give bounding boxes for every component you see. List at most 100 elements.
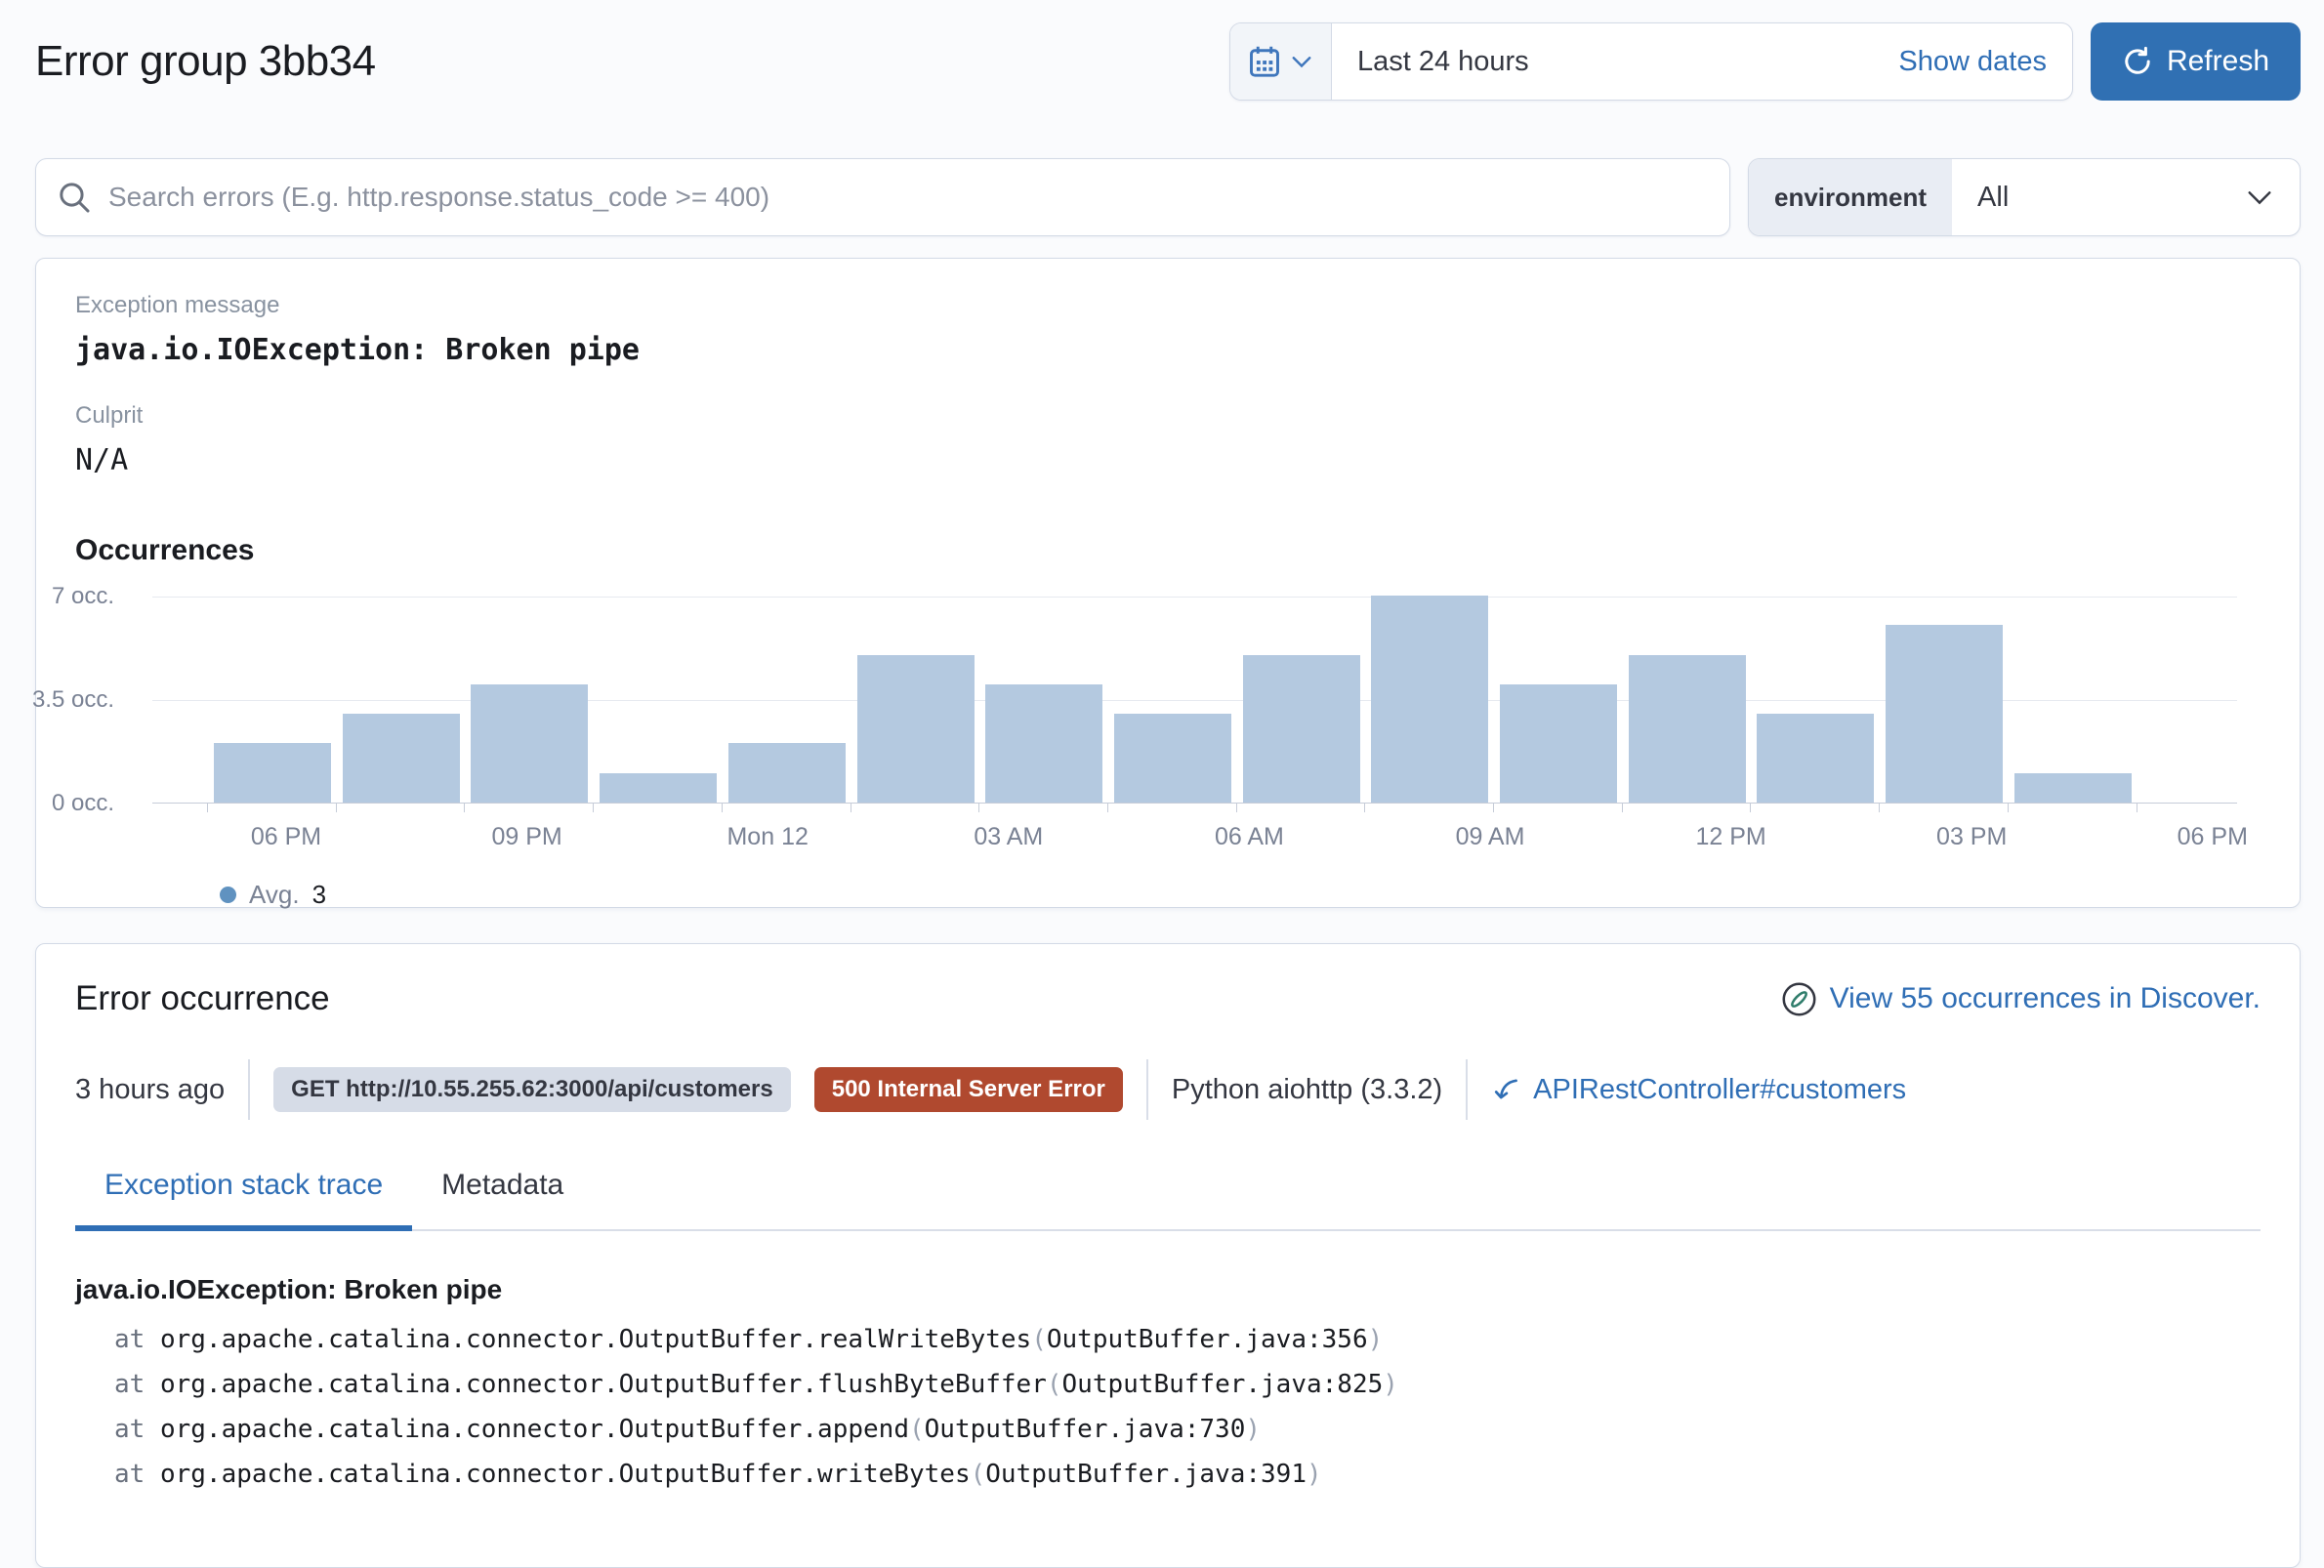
paren: ( xyxy=(1047,1370,1062,1399)
tab-exception-stack-trace[interactable]: Exception stack trace xyxy=(75,1169,412,1231)
status-code-badge: 500 Internal Server Error xyxy=(814,1067,1123,1112)
chart-bar xyxy=(1757,714,1874,803)
chart-bar xyxy=(600,773,717,803)
stack-frame-function: org.apache.catalina.connector.OutputBuff… xyxy=(160,1460,971,1489)
occurrence-tabs: Exception stack trace Metadata xyxy=(75,1169,2261,1231)
search-input[interactable] xyxy=(108,182,1708,213)
stack-frame-location: OutputBuffer.java:825 xyxy=(1062,1370,1384,1399)
paren: ) xyxy=(1307,1460,1322,1489)
exception-message-label: Exception message xyxy=(75,292,2261,319)
refresh-icon xyxy=(2122,46,2153,77)
chart-bar xyxy=(1500,684,1617,803)
chevron-down-icon xyxy=(2245,183,2274,212)
gridline xyxy=(152,597,2237,598)
legend-value: 3 xyxy=(312,880,326,910)
chevron-down-icon xyxy=(1290,50,1313,73)
date-range-value: Last 24 hours xyxy=(1357,46,1529,78)
stack-frame-location: OutputBuffer.java:730 xyxy=(925,1415,1246,1444)
search-icon xyxy=(58,181,91,214)
divider xyxy=(248,1059,250,1120)
environment-select[interactable]: All xyxy=(1952,159,2300,235)
y-axis-tick-label: 0 occ. xyxy=(0,790,114,817)
chart-bar xyxy=(1629,655,1746,803)
stack-trace-exception-title: java.io.IOException: Broken pipe xyxy=(75,1274,2261,1305)
stack-frame-at: at xyxy=(114,1370,160,1399)
axis-tick xyxy=(722,804,723,812)
occurrences-chart-title: Occurrences xyxy=(75,534,2261,567)
transaction-link-label: APIRestController#customers xyxy=(1533,1074,1906,1106)
error-occurrence-panel: Error occurrence View 55 occurrences in … xyxy=(35,943,2301,1568)
page-header: Error group 3bb34 Last 24 hours xyxy=(35,21,2301,102)
paren: ) xyxy=(1245,1415,1261,1444)
chart-bar xyxy=(2014,773,2132,803)
refresh-button[interactable]: Refresh xyxy=(2091,22,2301,101)
date-quick-select-button[interactable] xyxy=(1230,23,1332,100)
exception-message-value: java.io.IOException: Broken pipe xyxy=(75,333,2261,367)
x-axis-tick-label: 03 AM xyxy=(931,823,1087,851)
axis-tick xyxy=(207,804,208,812)
date-picker: Last 24 hours Show dates xyxy=(1229,22,2073,101)
chart-bar xyxy=(728,743,846,803)
chart-bar xyxy=(1371,596,1488,803)
divider xyxy=(1466,1059,1468,1120)
x-axis-tick-label: 09 PM xyxy=(449,823,605,851)
chart-bar xyxy=(857,655,975,803)
stack-frame-line: at org.apache.catalina.connector.OutputB… xyxy=(75,1415,2261,1444)
divider xyxy=(1146,1059,1148,1120)
chart-bar xyxy=(471,684,588,803)
transaction-icon xyxy=(1491,1075,1521,1105)
axis-tick xyxy=(978,804,979,812)
paren: ( xyxy=(909,1415,925,1444)
chart-bar xyxy=(1886,625,2003,803)
axis-tick xyxy=(336,804,337,812)
refresh-label: Refresh xyxy=(2167,45,2269,78)
x-axis-tick-label: 06 PM xyxy=(208,823,364,851)
stack-frame-line: at org.apache.catalina.connector.OutputB… xyxy=(75,1460,2261,1489)
environment-filter: environment All xyxy=(1748,158,2301,236)
view-occurrences-link-label: View 55 occurrences in Discover. xyxy=(1830,982,2261,1015)
paren: ( xyxy=(971,1460,986,1489)
stack-frames: at org.apache.catalina.connector.OutputB… xyxy=(75,1325,2261,1489)
occurrence-summary-row: 3 hours ago GET http://10.55.255.62:3000… xyxy=(75,1061,2261,1118)
chart-bar xyxy=(985,684,1102,803)
culprit-value: N/A xyxy=(75,443,2261,477)
axis-tick xyxy=(1493,804,1494,812)
stack-frame-function: org.apache.catalina.connector.OutputBuff… xyxy=(160,1325,1031,1354)
show-dates-link[interactable]: Show dates xyxy=(1898,46,2047,78)
date-range-field[interactable]: Last 24 hours Show dates xyxy=(1332,23,2072,100)
stack-frame-location: OutputBuffer.java:391 xyxy=(985,1460,1307,1489)
stack-frame-at: at xyxy=(114,1325,160,1354)
tab-metadata[interactable]: Metadata xyxy=(412,1169,593,1231)
stack-frame-location: OutputBuffer.java:356 xyxy=(1047,1325,1368,1354)
axis-tick xyxy=(1107,804,1108,812)
y-axis-tick-label: 7 occ. xyxy=(0,583,114,610)
paren: ) xyxy=(1383,1370,1398,1399)
agent-name-version: Python aiohttp (3.3.2) xyxy=(1172,1074,1442,1106)
stack-frame-function: org.apache.catalina.connector.OutputBuff… xyxy=(160,1415,909,1444)
view-occurrences-discover-link[interactable]: View 55 occurrences in Discover. xyxy=(1781,981,2261,1017)
stack-frame-line: at org.apache.catalina.connector.OutputB… xyxy=(75,1325,2261,1354)
x-axis-tick-label: 12 PM xyxy=(1653,823,1809,851)
axis-tick xyxy=(1622,804,1623,812)
error-occurrence-title: Error occurrence xyxy=(75,979,330,1018)
transaction-link[interactable]: APIRestController#customers xyxy=(1491,1074,1906,1106)
paren: ( xyxy=(1031,1325,1047,1354)
axis-tick xyxy=(1879,804,1880,812)
chart-bar xyxy=(1114,714,1231,803)
discover-compass-icon xyxy=(1781,981,1817,1017)
legend-dot-icon xyxy=(220,887,236,903)
calendar-icon xyxy=(1247,44,1282,79)
environment-filter-label: environment xyxy=(1749,159,1952,235)
axis-tick xyxy=(1364,804,1365,812)
stack-frame-at: at xyxy=(114,1460,160,1489)
paren: ) xyxy=(1368,1325,1384,1354)
page-title: Error group 3bb34 xyxy=(35,37,376,86)
environment-select-value: All xyxy=(1977,182,2009,214)
x-axis-tick-label: 09 AM xyxy=(1412,823,1568,851)
search-row: environment All xyxy=(35,158,2301,236)
axis-tick xyxy=(1236,804,1237,812)
occurrences-chart[interactable]: 7 occ. 3.5 occ. 0 occ. 06 PM09 PMMon 120… xyxy=(75,591,2261,913)
culprit-label: Culprit xyxy=(75,402,2261,430)
request-method-url-badge: GET http://10.55.255.62:3000/api/custome… xyxy=(273,1067,791,1112)
search-box xyxy=(35,158,1730,236)
